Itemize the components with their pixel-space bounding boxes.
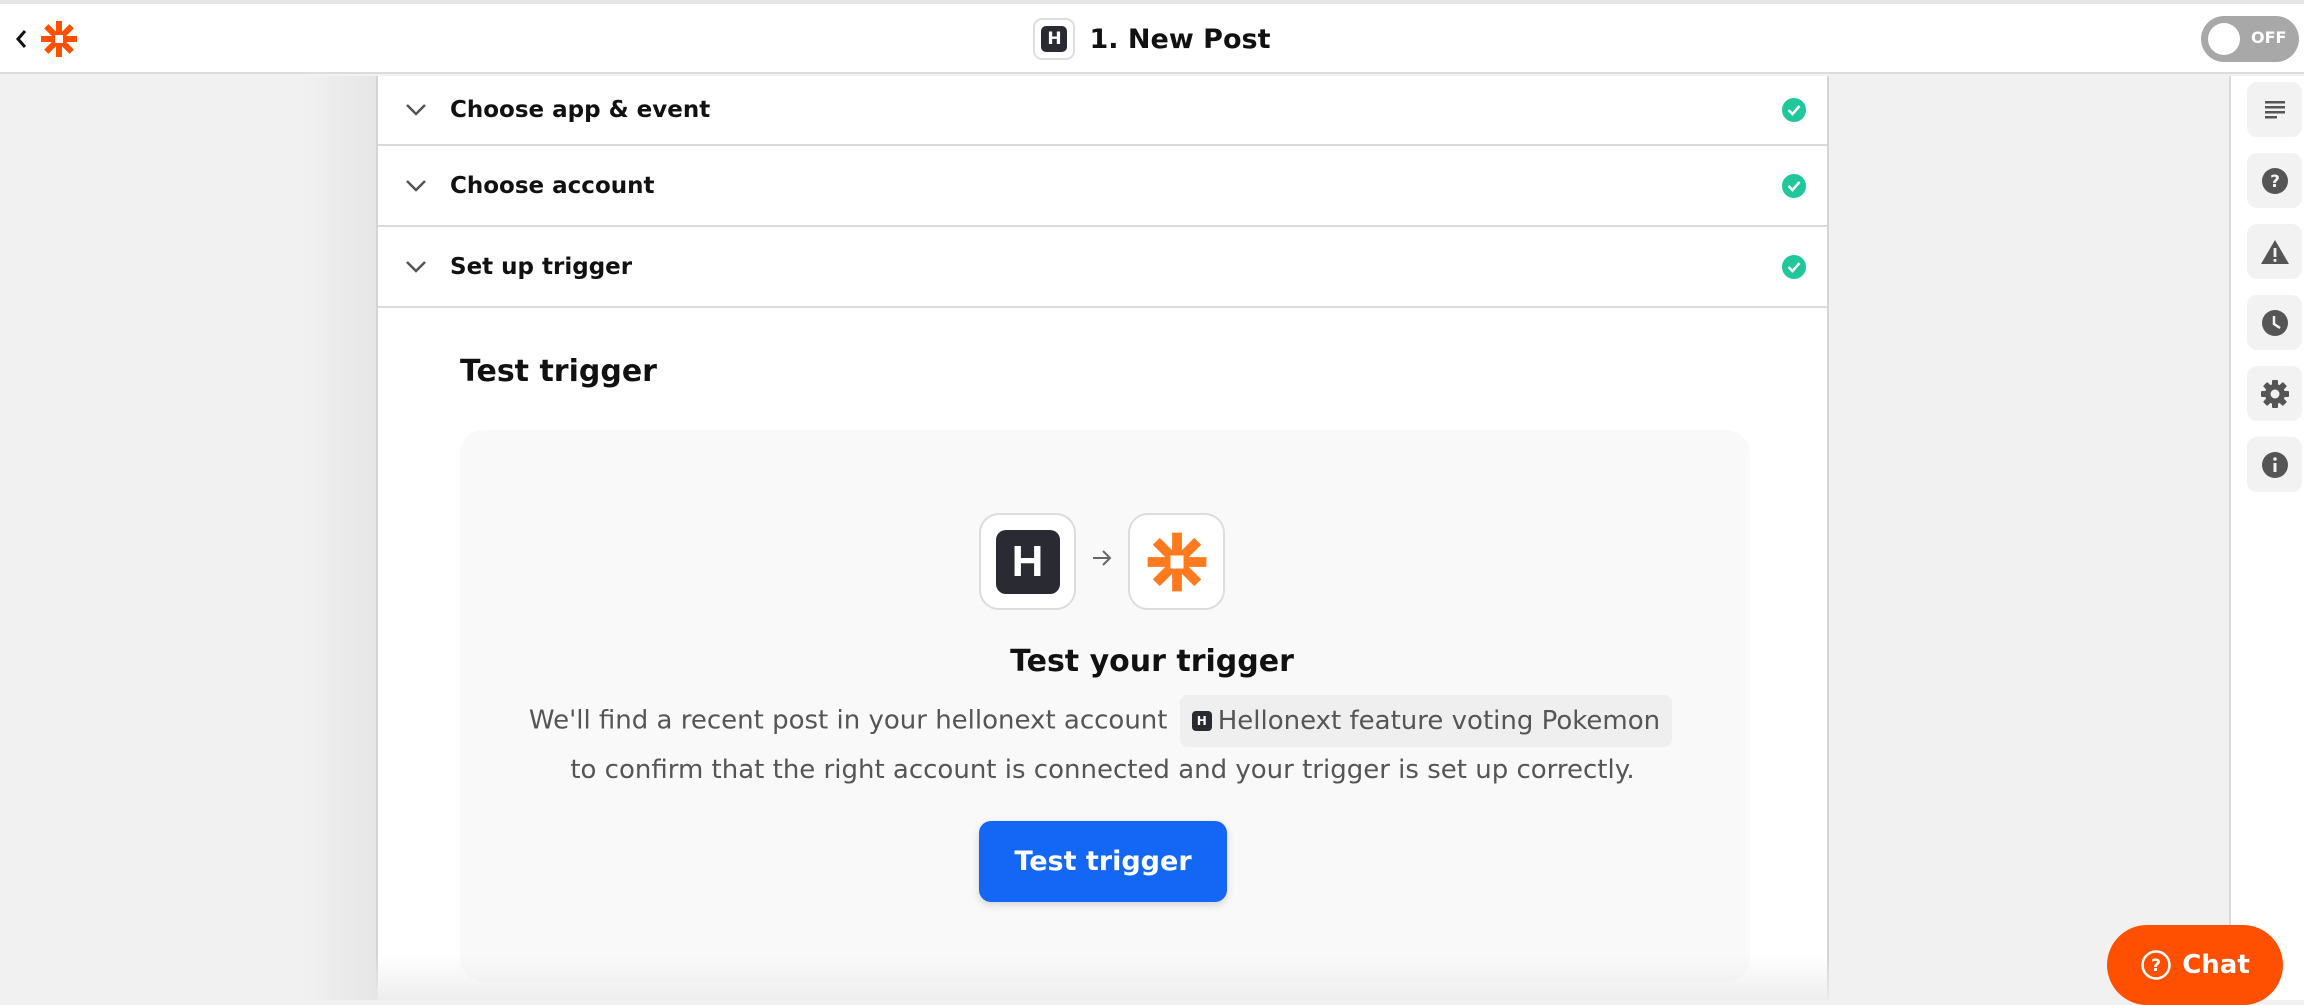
check-circle-icon: [1782, 173, 1806, 198]
sidebar-outline-button[interactable]: [2247, 82, 2302, 137]
arrow-right-icon: [1093, 550, 1112, 566]
hellonext-icon: H: [995, 529, 1060, 594]
source-app-box: H: [979, 513, 1076, 610]
account-pill: H Hellonext feature voting Pokemon: [1179, 695, 1673, 747]
sidebar-history-button[interactable]: [2247, 295, 2302, 350]
step-row-set-up-trigger[interactable]: Set up trigger: [378, 227, 1827, 308]
chevron-down-icon: [406, 179, 426, 192]
description-text: to confirm that the right account is con…: [570, 755, 1635, 785]
chat-button[interactable]: ? Chat: [2107, 925, 2283, 1005]
chevron-down-icon: [406, 104, 426, 116]
zapier-asterisk-icon: [1147, 532, 1206, 591]
right-sidebar: ?: [2229, 76, 2304, 1000]
warning-icon: [2260, 239, 2289, 264]
hellonext-icon: H: [1191, 711, 1212, 731]
svg-text:?: ?: [2270, 172, 2280, 192]
zapier-logo[interactable]: [40, 20, 78, 58]
sidebar-info-button[interactable]: [2247, 437, 2302, 492]
page-title: 1. New Post: [1089, 23, 1271, 55]
history-icon: [2261, 309, 2288, 336]
toggle-knob: [2208, 23, 2240, 55]
canvas-background: [300, 76, 376, 1000]
app-badge: H: [1033, 18, 1076, 60]
description-text: We'll find a recent post in your hellone…: [528, 705, 1168, 736]
step-label: Choose account: [450, 172, 655, 199]
step-row-choose-app[interactable]: Choose app & event: [378, 76, 1827, 146]
check-circle-icon: [1782, 98, 1806, 122]
outline-icon: [2264, 100, 2285, 118]
help-icon: ?: [2261, 167, 2288, 194]
zapier-app-box: [1128, 513, 1225, 610]
sidebar-settings-button[interactable]: [2247, 366, 2302, 421]
settings-icon: [2260, 379, 2289, 408]
step-row-choose-account[interactable]: Choose account: [378, 146, 1827, 227]
zap-toggle[interactable]: OFF: [2201, 16, 2299, 62]
sidebar-help-button[interactable]: ?: [2247, 153, 2302, 208]
zapier-asterisk-icon: [41, 21, 77, 57]
info-icon: [2261, 451, 2288, 478]
svg-text:?: ?: [2151, 956, 2161, 976]
account-name: Hellonext feature voting Pokemon: [1217, 705, 1661, 736]
chevron-left-icon: [16, 30, 27, 48]
section-title: Test trigger: [460, 354, 657, 389]
help-circle-icon: ?: [2141, 950, 2171, 980]
header: H 1. New Post OFF: [0, 4, 2304, 74]
panel-title: Test your trigger: [1010, 644, 1294, 679]
test-trigger-button[interactable]: Test trigger: [979, 821, 1227, 902]
chevron-down-icon: [406, 260, 426, 273]
toggle-label: OFF: [2251, 28, 2287, 47]
sidebar-warning-button[interactable]: [2247, 224, 2302, 279]
step-label: Choose app & event: [450, 97, 711, 123]
step-label: Set up trigger: [450, 253, 633, 280]
back-button[interactable]: [12, 26, 32, 52]
check-circle-icon: [1782, 254, 1806, 279]
title-group: H 1. New Post: [0, 4, 2304, 74]
hellonext-icon: H: [1041, 26, 1068, 52]
chat-label: Chat: [2182, 950, 2250, 980]
test-description: We'll find a recent post in your hellone…: [520, 695, 1685, 794]
